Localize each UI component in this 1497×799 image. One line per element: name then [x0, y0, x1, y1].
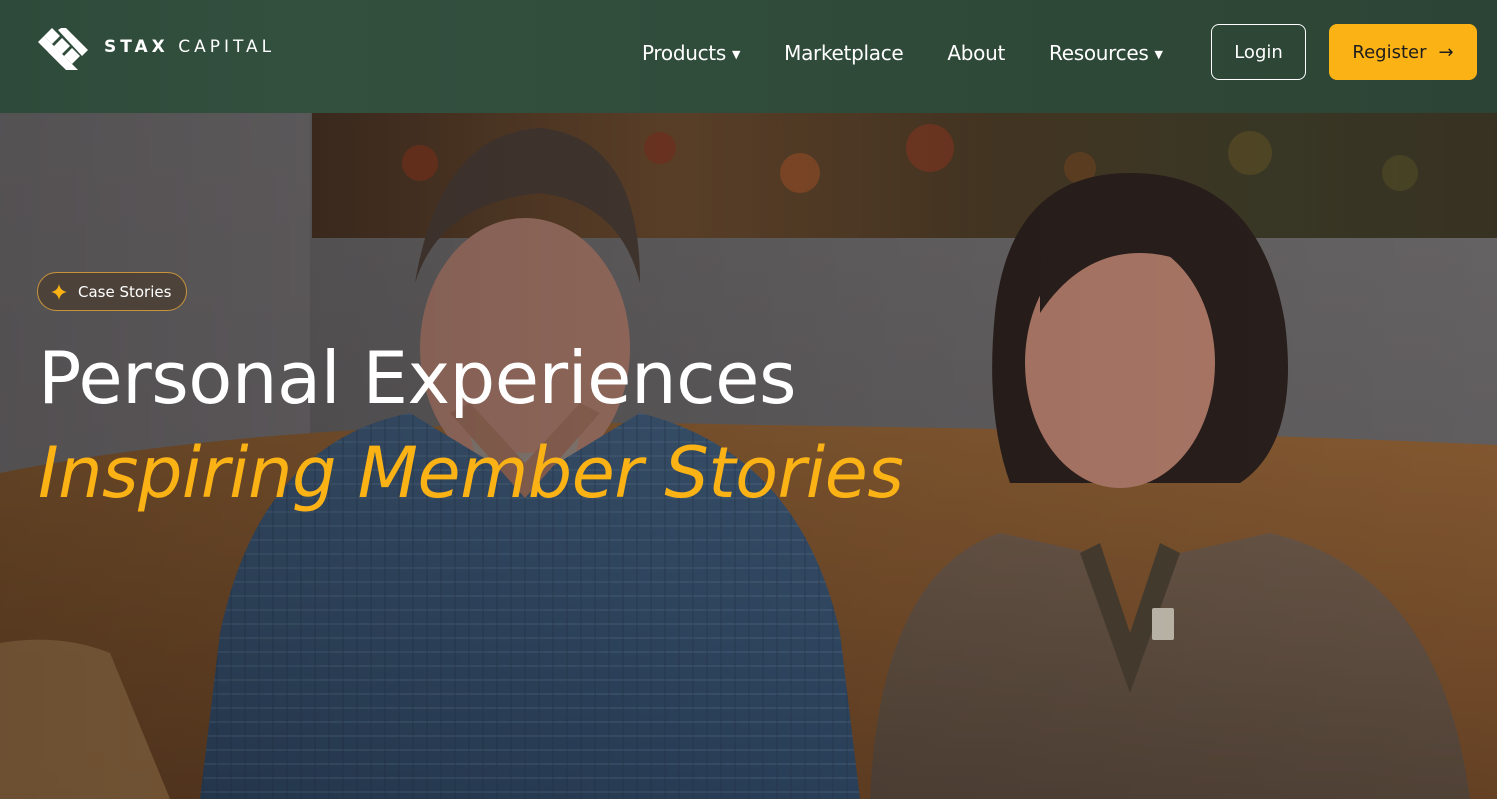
site-header: STAX CAPITAL Products ▼ Marketplace Abou…	[0, 0, 1497, 113]
nav-products-label: Products	[642, 41, 726, 65]
badge-label: Case Stories	[78, 282, 172, 301]
nav-products[interactable]: Products ▼	[642, 41, 740, 65]
register-label: Register	[1352, 41, 1427, 63]
caret-down-icon: ▼	[1154, 47, 1163, 61]
hero-title: Personal Experiences	[38, 336, 797, 420]
register-button[interactable]: Register →	[1329, 24, 1477, 80]
nav-marketplace-label: Marketplace	[784, 41, 904, 65]
caret-down-icon: ▼	[731, 47, 741, 61]
arrow-right-icon: →	[1438, 41, 1454, 63]
login-button[interactable]: Login	[1211, 24, 1306, 80]
login-label: Login	[1234, 41, 1283, 63]
brand-logo[interactable]: STAX CAPITAL	[38, 28, 275, 70]
main-nav: Products ▼ Marketplace About Resources ▼	[642, 0, 1163, 106]
sparkle-icon	[51, 283, 67, 300]
nav-resources[interactable]: Resources ▼	[1049, 41, 1163, 65]
stax-logo-icon	[38, 28, 88, 70]
nav-about[interactable]: About	[947, 41, 1005, 65]
nav-about-label: About	[947, 41, 1006, 65]
nav-resources-label: Resources	[1049, 41, 1149, 65]
hero-section: Case Stories Personal Experiences Inspir…	[0, 113, 1497, 799]
nav-marketplace[interactable]: Marketplace	[784, 41, 904, 65]
hero-subtitle: Inspiring Member Stories	[38, 432, 904, 514]
case-stories-badge: Case Stories	[37, 272, 187, 311]
brand-name: STAX CAPITAL	[104, 37, 276, 57]
